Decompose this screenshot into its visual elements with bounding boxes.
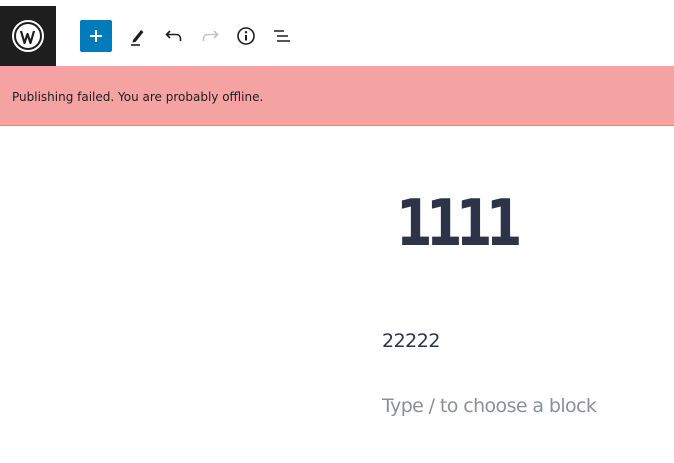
error-notice: Publishing failed. You are probably offl…	[0, 66, 674, 126]
plus-icon	[90, 30, 102, 42]
wordpress-logo-button[interactable]	[0, 6, 56, 66]
undo-button[interactable]	[158, 20, 190, 52]
paragraph-block[interactable]: 22222	[382, 330, 440, 352]
redo-button[interactable]	[194, 20, 226, 52]
heading-block[interactable]: 1111	[396, 192, 522, 256]
pencil-icon	[131, 30, 144, 46]
add-block-button[interactable]	[80, 20, 112, 52]
list-view-icon	[274, 30, 290, 42]
list-view-button[interactable]	[266, 20, 298, 52]
info-icon	[237, 27, 255, 45]
undo-icon	[165, 30, 182, 41]
notice-message: Publishing failed. You are probably offl…	[12, 90, 264, 104]
wordpress-icon	[12, 20, 44, 52]
tools-button[interactable]	[122, 20, 154, 52]
editor-toolbar	[0, 6, 674, 66]
details-button[interactable]	[230, 20, 262, 52]
block-appender-placeholder[interactable]: Type / to choose a block	[382, 395, 597, 417]
redo-icon	[202, 30, 219, 41]
